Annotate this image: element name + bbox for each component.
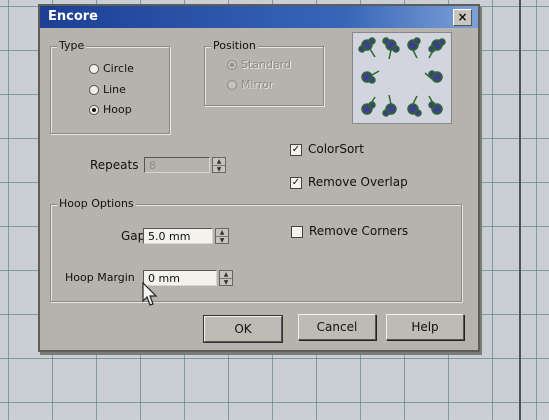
encore-dialog: Encore × Type Circle Line Hoop Position … <box>38 4 480 352</box>
radio-mirror[interactable] <box>227 80 237 90</box>
gap-input[interactable]: 5.0 mm <box>143 228 213 244</box>
close-icon: × <box>457 10 468 24</box>
spin-up-icon: ▲ <box>219 229 225 236</box>
hoop-options-group: Hoop Options Gap 5.0 mm ▲ ▼ Remove Corne… <box>50 197 462 302</box>
close-button[interactable]: × <box>453 9 472 26</box>
ok-button[interactable]: OK <box>203 315 283 343</box>
radio-circle-label[interactable]: Circle <box>103 62 134 75</box>
spin-down-icon: ▼ <box>213 165 225 173</box>
spin-down-icon: ▼ <box>220 278 232 286</box>
spin-down-icon: ▼ <box>216 236 228 244</box>
check-icon: ✓ <box>291 177 301 188</box>
colorsort-label[interactable]: ColorSort <box>308 142 364 156</box>
spin-up-icon: ▲ <box>216 158 222 165</box>
flower-pattern-icon <box>358 37 446 117</box>
gap-label: Gap <box>121 229 146 243</box>
check-icon: ✓ <box>291 144 301 155</box>
position-group-label: Position <box>211 39 258 52</box>
spin-up-icon: ▲ <box>223 271 229 278</box>
radio-hoop-label[interactable]: Hoop <box>103 103 132 116</box>
colorsort-checkbox[interactable]: ✓ <box>290 144 302 156</box>
radio-standard-label[interactable]: Standard <box>241 58 291 71</box>
type-group-label: Type <box>57 39 87 52</box>
radio-circle[interactable] <box>89 64 99 74</box>
dialog-title: Encore <box>48 9 99 24</box>
position-group: Position Standard Mirror <box>204 39 324 106</box>
remove-overlap-checkbox[interactable]: ✓ <box>290 177 302 189</box>
remove-corners-checkbox[interactable] <box>291 226 303 238</box>
repeats-label: Repeats <box>90 158 139 172</box>
remove-overlap-label[interactable]: Remove Overlap <box>308 175 408 189</box>
hoop-margin-label: Hoop Margin <box>65 271 135 284</box>
repeats-input[interactable]: 8 <box>144 157 210 173</box>
pattern-preview <box>352 32 452 124</box>
type-group: Type Circle Line Hoop <box>50 39 170 134</box>
canvas-border-line <box>519 0 521 420</box>
dialog-titlebar: Encore × <box>40 6 478 28</box>
hoop-options-label: Hoop Options <box>57 197 136 210</box>
cancel-button[interactable]: Cancel <box>298 314 376 340</box>
hoop-margin-spinner[interactable]: ▲ ▼ <box>219 270 233 286</box>
mouse-cursor-icon <box>142 282 158 306</box>
repeats-spinner[interactable]: ▲ ▼ <box>212 157 226 173</box>
radio-hoop[interactable] <box>89 105 99 115</box>
help-button[interactable]: Help <box>386 314 464 340</box>
radio-mirror-label[interactable]: Mirror <box>241 78 273 91</box>
radio-standard[interactable] <box>227 60 237 70</box>
radio-line[interactable] <box>89 85 99 95</box>
gap-spinner[interactable]: ▲ ▼ <box>215 228 229 244</box>
remove-corners-label[interactable]: Remove Corners <box>309 224 408 238</box>
radio-line-label[interactable]: Line <box>103 83 126 96</box>
